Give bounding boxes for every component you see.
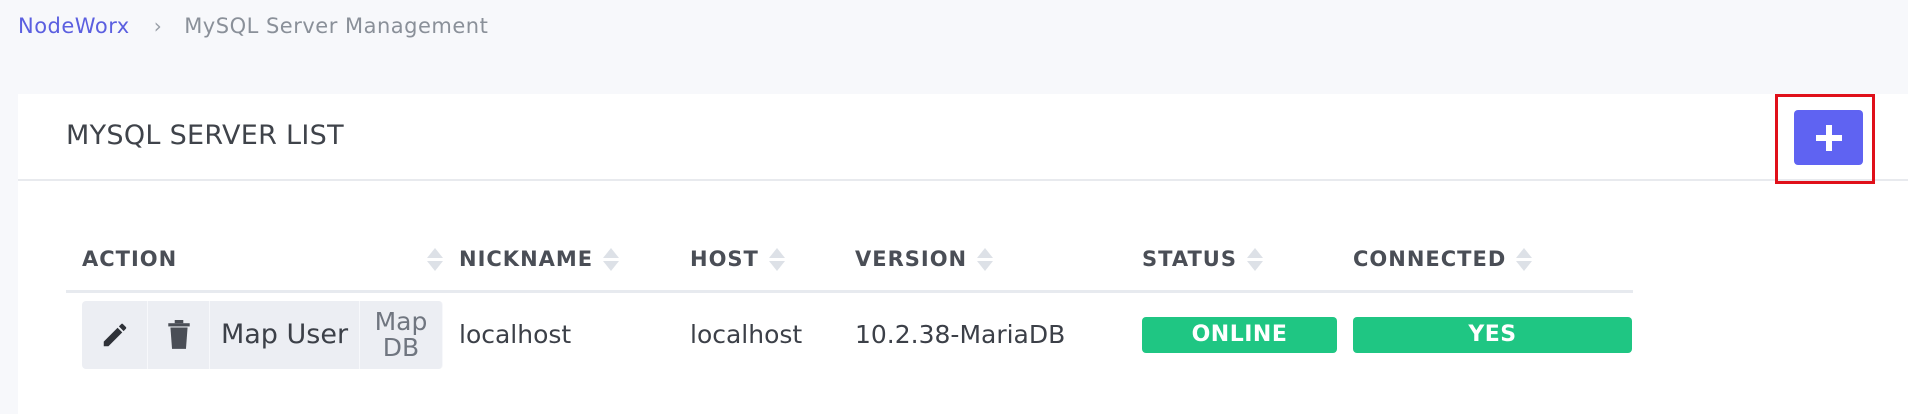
trash-icon — [167, 319, 190, 349]
breadcrumb-nodeworx-link[interactable]: NodeWorx — [18, 14, 130, 38]
mysql-server-panel: MYSQL SERVER LIST ACTION NICKNAME HOST V… — [18, 94, 1908, 414]
status-cell: ONLINE — [1126, 291, 1337, 377]
sort-icon — [1516, 247, 1533, 271]
map-db-button[interactable]: Map DB — [360, 300, 443, 369]
sort-icon — [603, 247, 620, 271]
host-cell: localhost — [690, 320, 803, 350]
column-header-status[interactable]: STATUS — [1126, 229, 1337, 293]
map-user-button[interactable]: Map User — [210, 300, 360, 369]
connected-cell: YES — [1337, 291, 1633, 377]
sort-icon — [1246, 247, 1263, 271]
action-cell: Map User Map DB — [66, 291, 443, 377]
delete-button[interactable] — [148, 300, 210, 369]
column-header-connected[interactable]: CONNECTED — [1337, 229, 1633, 293]
sort-icon — [427, 247, 443, 271]
plus-icon — [1815, 124, 1842, 151]
sort-icon — [977, 247, 994, 271]
action-button-group: Map User Map DB — [82, 300, 443, 369]
sort-icon — [768, 247, 785, 271]
version-cell: 10.2.38-MariaDB — [855, 320, 1066, 350]
map-db-label-line2: DB — [382, 332, 420, 362]
server-table: ACTION NICKNAME HOST VERSION STATUS CONN… — [66, 229, 1633, 377]
add-server-button[interactable] — [1794, 110, 1863, 165]
panel-title: MYSQL SERVER LIST — [66, 120, 344, 151]
table-header-row: ACTION NICKNAME HOST VERSION STATUS CONN… — [66, 229, 1633, 293]
map-db-label-line1: Map — [374, 306, 428, 336]
breadcrumb-current: MySQL Server Management — [184, 14, 489, 38]
edit-button[interactable] — [82, 300, 148, 369]
status-badge: ONLINE — [1142, 316, 1337, 353]
connected-badge: YES — [1353, 316, 1632, 353]
column-header-action[interactable]: ACTION — [66, 229, 443, 293]
table-row: Map User Map DB localhost localhost 10.2… — [66, 291, 1633, 377]
column-header-nickname[interactable]: NICKNAME — [443, 229, 674, 293]
pencil-icon — [103, 323, 126, 346]
column-header-version[interactable]: VERSION — [839, 229, 1126, 293]
nickname-cell: localhost — [459, 320, 572, 350]
breadcrumb-separator: › — [153, 14, 163, 38]
breadcrumb: NodeWorx › MySQL Server Management — [18, 14, 488, 38]
panel-header: MYSQL SERVER LIST — [18, 94, 1908, 184]
column-header-host[interactable]: HOST — [674, 229, 839, 293]
